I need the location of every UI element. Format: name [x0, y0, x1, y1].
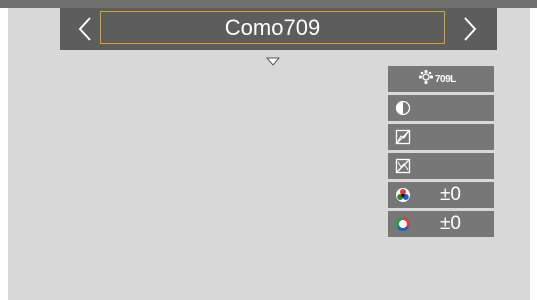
prev-style-button[interactable]: [66, 8, 104, 50]
color-tone-icon: [394, 215, 412, 233]
chevron-right-icon: [464, 17, 477, 41]
saturation-row[interactable]: ±0: [388, 182, 494, 208]
contrast-row[interactable]: [388, 95, 494, 121]
photo-style-icon: [418, 69, 434, 85]
contrast-icon: [394, 99, 412, 117]
mode-label: 709L: [435, 74, 456, 85]
style-title: Como709: [100, 11, 445, 44]
saturation-value: ±0: [440, 184, 461, 205]
color-tone-value: ±0: [440, 213, 461, 234]
next-style-button[interactable]: [451, 8, 489, 50]
top-strip: [0, 0, 537, 8]
camera-screen: Como709 709L ±0 ±0: [8, 8, 530, 300]
highlight-row[interactable]: [388, 124, 494, 150]
shadow-row[interactable]: [388, 153, 494, 179]
color-tone-row[interactable]: ±0: [388, 211, 494, 237]
expand-button[interactable]: [265, 53, 281, 71]
photo-style-row[interactable]: 709L: [388, 66, 494, 92]
shadow-icon: [394, 157, 412, 175]
chevron-left-icon: [78, 17, 91, 41]
highlight-icon: [394, 128, 412, 146]
triangle-down-icon: [265, 57, 281, 66]
style-header: Como709: [60, 8, 497, 50]
saturation-icon: [394, 186, 412, 204]
